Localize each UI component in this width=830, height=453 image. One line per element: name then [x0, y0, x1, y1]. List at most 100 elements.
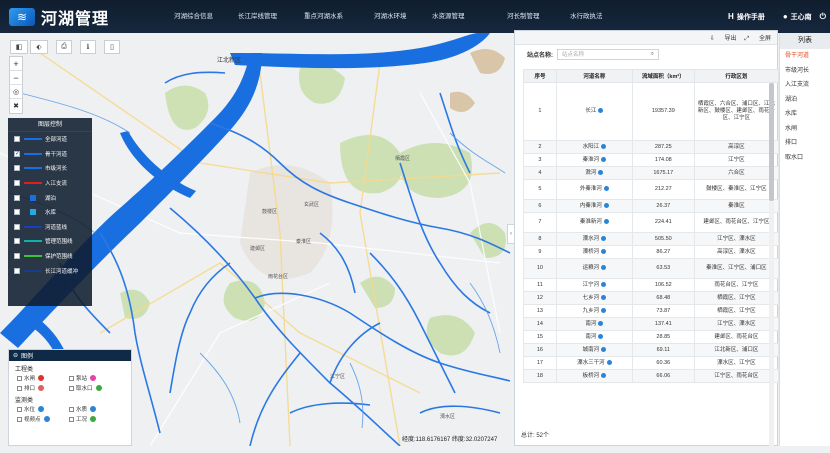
locate-icon[interactable]	[601, 143, 607, 149]
legend-checkbox[interactable]	[17, 406, 22, 412]
layer-checkbox[interactable]	[14, 136, 20, 143]
table-row[interactable]: 18 板桥河 66.06 江宁区、雨花台区	[523, 369, 780, 383]
fullscreen-button[interactable]: ⤢ 全屏	[745, 33, 771, 43]
legend-checkbox[interactable]	[17, 416, 22, 422]
legend-header[interactable]: ⊖ 图例	[9, 350, 131, 361]
locate-icon[interactable]	[601, 156, 607, 162]
col-header-no[interactable]: 序号	[523, 69, 557, 83]
locate-icon[interactable]	[601, 294, 607, 300]
nav-item-water-environment[interactable]: 河湖水环境	[365, 0, 423, 33]
power-icon[interactable]: ⏻	[820, 12, 826, 22]
locate-icon[interactable]	[601, 372, 607, 378]
info-button[interactable]: ℹ	[80, 40, 96, 54]
locate-icon[interactable]	[601, 248, 607, 254]
col-header-area[interactable]: 流域面积（km²）	[631, 69, 695, 83]
category-list-item[interactable]: 水库	[780, 107, 830, 122]
locate-icon[interactable]	[603, 202, 609, 208]
locate-button[interactable]: ◎	[10, 85, 22, 99]
locate-icon[interactable]	[598, 108, 604, 114]
layer-checkbox[interactable]	[14, 267, 20, 274]
table-row[interactable]: 14 南河 137.41 江宁区、溧水区	[523, 317, 780, 331]
print-button[interactable]: ⎙	[56, 40, 72, 54]
table-row[interactable]: 17 溧水三干河 60.36 溧水区、江宁区	[523, 356, 780, 370]
legend-checkbox[interactable]	[69, 385, 74, 391]
table-row[interactable]: 16 城南河 69.11 江北新区、浦口区	[523, 343, 780, 357]
category-list-item[interactable]: 市级河长	[780, 64, 830, 79]
export-button[interactable]: ⇩ 导出	[710, 33, 737, 42]
table-row[interactable]: 7 秦淮新河 224.41 建邺区、雨花台区、江宁区	[523, 212, 780, 233]
layer-checkbox[interactable]	[14, 180, 20, 187]
legend-checkbox[interactable]	[69, 416, 74, 422]
locate-icon[interactable]	[601, 281, 607, 287]
layer-checkbox[interactable]	[14, 165, 20, 172]
category-list-item[interactable]: 水闸	[780, 122, 830, 137]
layer-checkbox[interactable]	[14, 223, 20, 230]
layer-item[interactable]: 保护范围线	[8, 249, 92, 264]
legend-item[interactable]: 视频点	[17, 415, 69, 423]
locate-icon[interactable]	[603, 219, 609, 225]
locate-icon[interactable]	[603, 186, 609, 192]
station-search-input[interactable]: 站点名称 ⌕	[557, 48, 659, 60]
search-icon[interactable]: ⌕	[651, 51, 654, 58]
nav-item-water-resources[interactable]: 水资源管理	[423, 0, 498, 33]
legend-checkbox[interactable]	[17, 375, 22, 381]
table-row[interactable]: 11 江宁河 106.52 雨花台区、江宁区	[523, 278, 780, 292]
table-row[interactable]: 6 内秦淮河 26.37 秦淮区	[523, 199, 780, 213]
locate-icon[interactable]	[598, 333, 604, 339]
locate-icon[interactable]	[598, 320, 604, 326]
table-row[interactable]: 5 外秦淮河 212.27 鼓楼区、秦淮区、江宁区	[523, 179, 780, 200]
legend-item[interactable]: 水质	[69, 405, 121, 413]
user-menu[interactable]: ● 王心南	[783, 12, 812, 22]
table-row[interactable]: 1 长江 19357.39 栖霞区、六合区、浦口区、江北新区、鼓楼区、建邺区、雨花台区…	[523, 82, 780, 141]
table-row[interactable]: 9 溧桥河 86.27 高淳区、溧水区	[523, 245, 780, 259]
legend-item[interactable]: 泵站	[69, 374, 121, 382]
locate-icon[interactable]	[601, 235, 607, 241]
category-list-item[interactable]: 取水口	[780, 151, 830, 166]
locate-icon[interactable]	[601, 265, 607, 271]
category-list-item[interactable]: 排口	[780, 136, 830, 151]
legend-checkbox[interactable]	[69, 375, 74, 381]
nav-item-river-chief[interactable]: 河长制管理	[498, 0, 561, 33]
col-header-name[interactable]: 河道名称	[555, 69, 633, 83]
mobile-button[interactable]: ▯	[104, 40, 120, 54]
layer-item[interactable]: 水库	[8, 205, 92, 220]
clear-button[interactable]: ✖	[10, 99, 22, 113]
legend-item[interactable]: 水闸	[17, 374, 69, 382]
nav-item-enforcement[interactable]: 水行政执法	[561, 0, 619, 33]
legend-checkbox[interactable]	[17, 385, 22, 391]
scrollbar-thumb[interactable]	[769, 83, 774, 201]
category-list-item[interactable]: 湖泊	[780, 93, 830, 108]
locate-icon[interactable]	[601, 307, 607, 313]
layer-item[interactable]: 长江河道缓冲	[8, 263, 92, 278]
category-list-item[interactable]: 入江支流	[780, 78, 830, 93]
table-row[interactable]: 3 秦淮河 174.08 江宁区	[523, 153, 780, 167]
layer-item[interactable]: 河道蓝线	[8, 220, 92, 235]
nav-item-shoreline[interactable]: 长江岸线管理	[229, 0, 295, 33]
nav-item-key-waters[interactable]: 重点河湖水系	[295, 0, 365, 33]
legend-item[interactable]: 水位	[17, 405, 69, 413]
layer-item[interactable]: 管理范围线	[8, 234, 92, 249]
legend-item[interactable]: 工况	[69, 415, 121, 423]
zoom-in-button[interactable]: +	[10, 57, 22, 71]
layer-checkbox[interactable]	[14, 194, 20, 201]
table-row[interactable]: 15 南河 28.85 建邺区、雨花台区	[523, 330, 780, 344]
table-row[interactable]: 4 滁河 1675.17 六合区	[523, 166, 780, 180]
layer-checkbox[interactable]	[14, 253, 20, 260]
layer-checkbox[interactable]	[14, 209, 20, 216]
table-row[interactable]: 8 溧水河 505.50 江宁区、溧水区	[523, 232, 780, 246]
zoom-out-button[interactable]: −	[10, 71, 22, 85]
layer-item[interactable]: 入江支流	[8, 176, 92, 191]
table-row[interactable]: 2 水阳江 287.25 高淳区	[523, 140, 780, 154]
table-row[interactable]: 12 七乡河 68.48 栖霞区、江宁区	[523, 291, 780, 305]
layer-checkbox[interactable]: ✓	[14, 150, 20, 157]
panel-collapse-button[interactable]: ‹	[507, 224, 515, 244]
legend-item[interactable]: 取水口	[69, 384, 121, 392]
layer-item[interactable]: 湖泊	[8, 190, 92, 205]
locate-icon[interactable]	[601, 346, 607, 352]
manual-button[interactable]: H 操作手册	[728, 12, 765, 22]
table-row[interactable]: 13 九乡河 73.87 栖霞区、江宁区	[523, 304, 780, 318]
layer-item[interactable]: 全部河道	[8, 132, 92, 147]
table-row[interactable]: 10 运粮河 63.53 秦淮区、江宁区、浦口区	[523, 258, 780, 279]
locate-icon[interactable]	[598, 169, 604, 175]
legend-checkbox[interactable]	[69, 406, 74, 412]
